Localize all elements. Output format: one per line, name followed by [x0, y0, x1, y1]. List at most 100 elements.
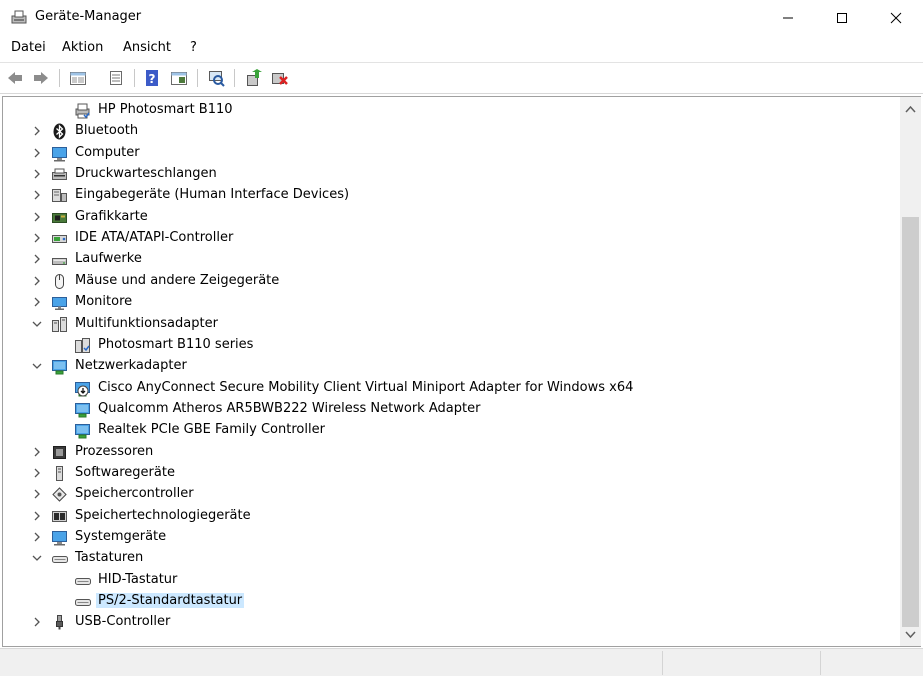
- chevron-down-icon[interactable]: [32, 361, 42, 371]
- chevron-right-icon[interactable]: [32, 190, 42, 200]
- forward-button[interactable]: [31, 68, 51, 88]
- action-pane-button[interactable]: [169, 68, 189, 88]
- properties-button[interactable]: [106, 68, 126, 88]
- tree-device[interactable]: HID-Tastatur: [3, 570, 901, 591]
- ide-controller-icon: [52, 235, 67, 244]
- close-button[interactable]: [869, 0, 923, 36]
- network-adapter-icon: [75, 424, 90, 439]
- chevron-right-icon[interactable]: [32, 169, 42, 179]
- tree-category[interactable]: Eingabegeräte (Human Interface Devices): [3, 185, 901, 206]
- usb-controller-icon: [56, 615, 63, 630]
- tree-item-label: Realtek PCIe GBE Family Controller: [98, 422, 325, 438]
- tree-device[interactable]: Cisco AnyConnect Secure Mobility Client …: [3, 378, 901, 399]
- tree-device[interactable]: HP Photosmart B110: [3, 100, 901, 121]
- tree-category[interactable]: Mäuse und andere Zeigegeräte: [3, 271, 901, 292]
- help-button[interactable]: ?: [142, 68, 162, 88]
- update-driver-button[interactable]: [244, 68, 264, 88]
- chevron-right-icon[interactable]: [32, 447, 42, 457]
- scroll-down-icon[interactable]: [905, 631, 916, 639]
- system-device-icon: [52, 531, 67, 546]
- uninstall-device-button[interactable]: [270, 68, 290, 88]
- chevron-right-icon[interactable]: [32, 276, 42, 286]
- network-adapter-warning-icon: [75, 381, 90, 397]
- chevron-right-icon[interactable]: [32, 126, 42, 136]
- tree-item-label: Systemgeräte: [75, 529, 167, 544]
- tree-category[interactable]: Speichertechnologiegeräte: [3, 506, 901, 527]
- display-adapter-icon: [52, 212, 67, 223]
- tree-item-label: Grafikkarte: [75, 208, 148, 224]
- list-view-icon: [110, 71, 122, 85]
- tree-category[interactable]: Bluetooth: [3, 121, 901, 142]
- back-button[interactable]: [5, 68, 25, 88]
- scroll-up-icon[interactable]: [905, 105, 916, 113]
- chevron-right-icon[interactable]: [32, 297, 42, 307]
- chevron-right-icon[interactable]: [32, 468, 42, 478]
- tree-category[interactable]: Systemgeräte: [3, 527, 901, 548]
- tree-item-label: Softwaregeräte: [75, 464, 175, 480]
- tree-category[interactable]: Multifunktionsadapter: [3, 314, 901, 335]
- tree-category[interactable]: Grafikkarte: [3, 207, 901, 228]
- tree-item-label: PS/2-Standardtastatur: [96, 593, 245, 609]
- tree-category[interactable]: Prozessoren: [3, 442, 901, 463]
- chevron-down-icon[interactable]: [32, 319, 42, 329]
- menu-help[interactable]: ?: [190, 40, 197, 55]
- tree-category[interactable]: Speichercontroller: [3, 484, 901, 505]
- maximize-icon: [837, 13, 847, 23]
- chevron-right-icon[interactable]: [32, 233, 42, 243]
- chevron-right-icon[interactable]: [32, 212, 42, 222]
- window-title: Geräte-Manager: [35, 9, 142, 24]
- bluetooth-icon: [53, 123, 66, 140]
- tree-category[interactable]: Druckwarteschlangen: [3, 164, 901, 185]
- computer-icon: [52, 146, 67, 162]
- vertical-scrollbar[interactable]: [900, 96, 921, 647]
- help-icon: ?: [146, 70, 158, 86]
- tree-category[interactable]: Monitore: [3, 292, 901, 313]
- hid-icon: [52, 189, 67, 203]
- chevron-right-icon[interactable]: [32, 532, 42, 542]
- tree-category[interactable]: Laufwerke: [3, 249, 901, 270]
- toolbar-separator: [197, 69, 198, 87]
- tree-category[interactable]: Computer: [3, 143, 901, 164]
- show-hide-tree-button[interactable]: [68, 68, 88, 88]
- tree-category[interactable]: Tastaturen: [3, 548, 901, 569]
- tree-item-label: Multifunktionsadapter: [75, 315, 218, 331]
- chevron-right-icon[interactable]: [32, 617, 42, 627]
- maximize-button[interactable]: [815, 0, 869, 36]
- tree-item-label: Eingabegeräte (Human Interface Devices): [75, 187, 350, 203]
- device-tree[interactable]: HP Photosmart B110 Bluetooth Computer Druck…: [2, 96, 901, 647]
- back-icon: [8, 72, 22, 84]
- chevron-right-icon[interactable]: [32, 148, 42, 158]
- tree-item-label: Netzwerkadapter: [75, 358, 187, 374]
- tree-item-label: Photosmart B110 series: [98, 336, 254, 352]
- tree-category[interactable]: Netzwerkadapter: [3, 356, 901, 377]
- tree-device[interactable]: PS/2-Standardtastatur: [3, 591, 901, 612]
- status-divider: [662, 651, 663, 675]
- tree-category[interactable]: Softwaregeräte: [3, 463, 901, 484]
- memory-technology-icon: [52, 510, 67, 522]
- uninstall-device-icon: [272, 73, 288, 85]
- chevron-right-icon[interactable]: [32, 511, 42, 521]
- disk-drive-icon: [52, 258, 67, 266]
- chevron-right-icon[interactable]: [32, 489, 42, 499]
- keyboard-icon: [52, 556, 68, 564]
- tree-category[interactable]: IDE ATA/ATAPI-Controller: [3, 228, 901, 249]
- scrollbar-thumb[interactable]: [902, 217, 919, 627]
- chevron-right-icon[interactable]: [32, 254, 42, 264]
- tree-category[interactable]: USB-Controller: [3, 612, 901, 633]
- tree-device[interactable]: Qualcomm Atheros AR5BWB222 Wireless Netw…: [3, 399, 901, 420]
- menu-bar: Datei Aktion Ansicht ?: [0, 37, 923, 61]
- mouse-icon: [55, 273, 64, 289]
- menu-ansicht[interactable]: Ansicht: [123, 40, 171, 55]
- scan-hardware-button[interactable]: [206, 68, 226, 88]
- tree-device[interactable]: Photosmart B110 series: [3, 335, 901, 356]
- svg-text:?: ?: [149, 72, 156, 86]
- tree-item-label: Mäuse und andere Zeigegeräte: [75, 272, 280, 288]
- tree-item-label: Druckwarteschlangen: [75, 166, 217, 182]
- minimize-button[interactable]: [761, 0, 815, 36]
- tree-item-label: Cisco AnyConnect Secure Mobility Client …: [98, 379, 634, 395]
- menu-aktion[interactable]: Aktion: [62, 40, 103, 55]
- chevron-down-icon[interactable]: [32, 553, 42, 563]
- tree-device[interactable]: Realtek PCIe GBE Family Controller: [3, 420, 901, 441]
- menu-datei[interactable]: Datei: [11, 40, 46, 55]
- software-device-icon: [56, 465, 63, 481]
